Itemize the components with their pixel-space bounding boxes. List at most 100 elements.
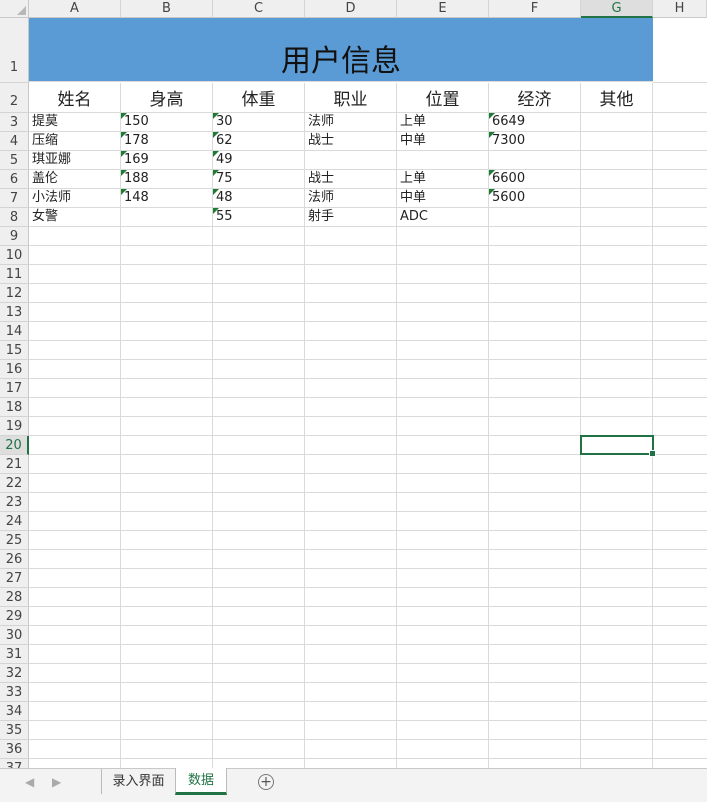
cell-a36[interactable] <box>29 740 121 759</box>
header-cell-6[interactable]: 经济 <box>489 83 581 113</box>
cell-f12[interactable] <box>489 284 581 303</box>
cell-c12[interactable] <box>213 284 305 303</box>
cell-e7[interactable]: 中单 <box>397 189 489 208</box>
cell-g19[interactable] <box>581 417 653 436</box>
cell-e35[interactable] <box>397 721 489 740</box>
row-header-14[interactable]: 14 <box>0 322 29 341</box>
cell-f24[interactable] <box>489 512 581 531</box>
cell-d24[interactable] <box>305 512 397 531</box>
row-header-18[interactable]: 18 <box>0 398 29 417</box>
cell-f32[interactable] <box>489 664 581 683</box>
cell-b3[interactable]: 150 <box>121 113 213 132</box>
row-header-15[interactable]: 15 <box>0 341 29 360</box>
cell-c26[interactable] <box>213 550 305 569</box>
cell-h20[interactable] <box>653 436 707 455</box>
cell-g30[interactable] <box>581 626 653 645</box>
cell-f18[interactable] <box>489 398 581 417</box>
cell-b27[interactable] <box>121 569 213 588</box>
row-header-30[interactable]: 30 <box>0 626 29 645</box>
cell-f9[interactable] <box>489 227 581 246</box>
cell-f13[interactable] <box>489 303 581 322</box>
cell-e37[interactable] <box>397 759 489 768</box>
cell-h17[interactable] <box>653 379 707 398</box>
cell-a18[interactable] <box>29 398 121 417</box>
cell-e14[interactable] <box>397 322 489 341</box>
cell-c36[interactable] <box>213 740 305 759</box>
cell-g5[interactable] <box>581 151 653 170</box>
cell-h1[interactable] <box>653 18 707 83</box>
cell-g18[interactable] <box>581 398 653 417</box>
cell-b20[interactable] <box>121 436 213 455</box>
cell-g4[interactable] <box>581 132 653 151</box>
row-header-37[interactable]: 37 <box>0 759 29 768</box>
cell-d7[interactable]: 法师 <box>305 189 397 208</box>
cell-a20[interactable] <box>29 436 121 455</box>
cell-f25[interactable] <box>489 531 581 550</box>
cell-g16[interactable] <box>581 360 653 379</box>
cell-c13[interactable] <box>213 303 305 322</box>
selected-cell-highlight[interactable] <box>580 435 656 457</box>
cell-b22[interactable] <box>121 474 213 493</box>
cell-a28[interactable] <box>29 588 121 607</box>
cell-b28[interactable] <box>121 588 213 607</box>
cell-a19[interactable] <box>29 417 121 436</box>
cell-g26[interactable] <box>581 550 653 569</box>
cell-e8[interactable]: ADC <box>397 208 489 227</box>
cell-h23[interactable] <box>653 493 707 512</box>
cell-g22[interactable] <box>581 474 653 493</box>
sheet-title-cell[interactable]: 用户信息 <box>29 18 653 82</box>
cell-f26[interactable] <box>489 550 581 569</box>
cell-g25[interactable] <box>581 531 653 550</box>
cell-g21[interactable] <box>581 455 653 474</box>
cell-e4[interactable]: 中单 <box>397 132 489 151</box>
cell-d31[interactable] <box>305 645 397 664</box>
cell-f3[interactable]: 6649 <box>489 113 581 132</box>
cell-e15[interactable] <box>397 341 489 360</box>
row-header-5[interactable]: 5 <box>0 151 29 170</box>
cell-e19[interactable] <box>397 417 489 436</box>
cell-d34[interactable] <box>305 702 397 721</box>
cell-f37[interactable] <box>489 759 581 768</box>
cell-e12[interactable] <box>397 284 489 303</box>
column-header-c[interactable]: C <box>213 0 305 18</box>
cell-g34[interactable] <box>581 702 653 721</box>
cell-f6[interactable]: 6600 <box>489 170 581 189</box>
cell-h30[interactable] <box>653 626 707 645</box>
cell-d6[interactable]: 战士 <box>305 170 397 189</box>
cell-g36[interactable] <box>581 740 653 759</box>
row-header-32[interactable]: 32 <box>0 664 29 683</box>
row-header-35[interactable]: 35 <box>0 721 29 740</box>
cell-b5[interactable]: 169 <box>121 151 213 170</box>
row-header-20[interactable]: 20 <box>0 436 29 455</box>
add-sheet-icon[interactable]: + <box>258 774 274 790</box>
cell-e11[interactable] <box>397 265 489 284</box>
cell-h3[interactable] <box>653 113 707 132</box>
cell-h33[interactable] <box>653 683 707 702</box>
row-header-13[interactable]: 13 <box>0 303 29 322</box>
cell-d13[interactable] <box>305 303 397 322</box>
cell-a8[interactable]: 女警 <box>29 208 121 227</box>
cell-a31[interactable] <box>29 645 121 664</box>
cell-h27[interactable] <box>653 569 707 588</box>
cell-h16[interactable] <box>653 360 707 379</box>
cell-d14[interactable] <box>305 322 397 341</box>
cell-g29[interactable] <box>581 607 653 626</box>
cell-h9[interactable] <box>653 227 707 246</box>
cell-f29[interactable] <box>489 607 581 626</box>
cell-f27[interactable] <box>489 569 581 588</box>
cell-b29[interactable] <box>121 607 213 626</box>
cell-h13[interactable] <box>653 303 707 322</box>
cell-e24[interactable] <box>397 512 489 531</box>
header-cell-3[interactable]: 体重 <box>213 83 305 113</box>
cell-d11[interactable] <box>305 265 397 284</box>
select-all-corner[interactable] <box>0 0 29 18</box>
cell-c17[interactable] <box>213 379 305 398</box>
cell-a35[interactable] <box>29 721 121 740</box>
cell-d4[interactable]: 战士 <box>305 132 397 151</box>
cell-h31[interactable] <box>653 645 707 664</box>
cell-h21[interactable] <box>653 455 707 474</box>
cell-e22[interactable] <box>397 474 489 493</box>
cell-g32[interactable] <box>581 664 653 683</box>
cell-e16[interactable] <box>397 360 489 379</box>
cell-f11[interactable] <box>489 265 581 284</box>
